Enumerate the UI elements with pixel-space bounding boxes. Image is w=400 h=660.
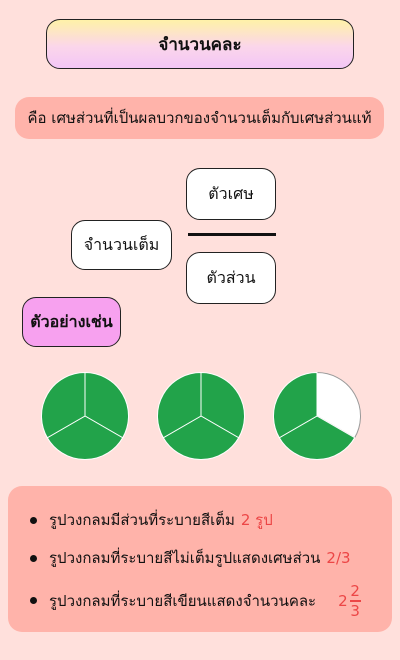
mixed-numerator: 2 [350,582,360,600]
summary-text-2: รูปวงกลมที่ระบายสีไม่เต็มรูปแสดงเศษส่วน [49,549,321,567]
pie-chart-1 [41,371,129,460]
summary-value-1: 2 รูป [240,511,273,529]
summary-text-1: รูปวงกลมมีส่วนที่ระบายสีเต็ม [49,511,235,529]
summary-value-2: 2/3 [326,549,351,567]
bullet-icon [30,597,37,605]
mixed-denominator: 3 [350,601,360,620]
whole-number-box: จำนวนเต็ม [71,220,172,270]
definition-banner: คือ เศษส่วนที่เป็นผลบวกของจำนวนเต็มกับเศ… [15,97,384,139]
summary-item: รูปวงกลมที่ระบายสีไม่เต็มรูปแสดงเศษส่วน … [30,546,351,570]
example-label: ตัวอย่างเช่น [22,297,121,347]
page-title: จำนวนคละ [46,19,354,69]
summary-item: รูปวงกลมที่ระบายสีเขียนแสดงจำนวนคละ 2 2 … [30,583,361,619]
mixed-whole: 2 [338,591,348,610]
summary-panel: รูปวงกลมมีส่วนที่ระบายสีเต็ม 2 รูป รูปวง… [8,486,392,632]
bullet-icon [30,554,37,562]
summary-text-3: รูปวงกลมที่ระบายสีเขียนแสดงจำนวนคละ [49,591,317,610]
bullet-icon [30,516,37,524]
summary-item: รูปวงกลมมีส่วนที่ระบายสีเต็ม 2 รูป [30,508,273,532]
numerator-box: ตัวเศษ [186,168,276,220]
fraction-bar [188,233,276,236]
mixed-number: 2 2 3 [338,583,361,619]
pie-chart-2 [157,371,245,460]
denominator-box: ตัวส่วน [186,252,276,304]
pie-chart-3 [273,371,361,460]
